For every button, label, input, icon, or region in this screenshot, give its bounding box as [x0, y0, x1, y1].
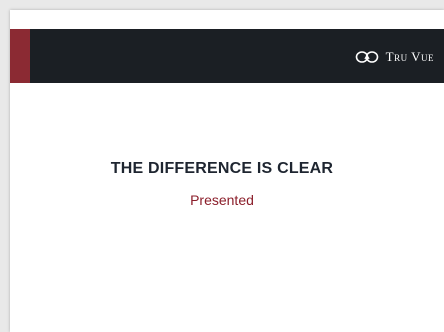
accent-block: [10, 29, 30, 83]
header-band: Tru Vue: [10, 29, 444, 83]
logo-text: Tru Vue: [385, 49, 434, 64]
logo-mark-icon: [355, 51, 378, 63]
slide-title: THE DIFFERENCE IS CLEAR: [110, 160, 334, 177]
brand-logo: Tru Vue: [355, 46, 434, 68]
slide-subtitle: Presented: [190, 192, 254, 208]
